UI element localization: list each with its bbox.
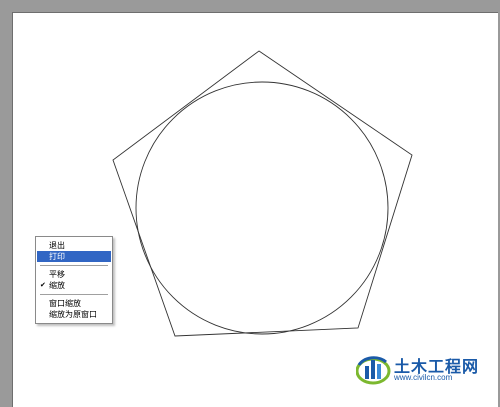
menu-item-label: 平移 (49, 270, 65, 279)
menu-item-label: 退出 (49, 241, 65, 250)
menu-item-label: 窗口缩放 (49, 299, 81, 308)
context-menu: 退出 打印 平移 ✔ 缩放 窗口缩放 缩放为原窗口 (35, 236, 113, 324)
menu-separator (40, 265, 108, 267)
cad-drawing (112, 50, 413, 337)
menu-item-label: 缩放 (49, 281, 65, 290)
checkmark-icon: ✔ (40, 281, 46, 289)
menu-item-pan[interactable]: 平移 (37, 269, 111, 280)
menu-item-exit[interactable]: 退出 (37, 240, 111, 251)
inscribed-circle-shape[interactable] (135, 81, 389, 335)
watermark: 土木工程网 www.civilcn.com (356, 352, 492, 386)
menu-item-label: 打印 (49, 252, 65, 261)
watermark-url: www.civilcn.com (394, 373, 453, 382)
menu-item-print[interactable]: 打印 (37, 251, 111, 262)
pentagon-shape[interactable] (112, 50, 413, 337)
menu-item-zoom-original[interactable]: 缩放为原窗口 (37, 309, 111, 320)
menu-item-label: 缩放为原窗口 (49, 310, 97, 319)
menu-item-zoom[interactable]: ✔ 缩放 (37, 280, 111, 291)
menu-item-window-zoom[interactable]: 窗口缩放 (37, 298, 111, 309)
menu-separator (40, 294, 108, 296)
civilcn-logo-icon (356, 356, 391, 385)
